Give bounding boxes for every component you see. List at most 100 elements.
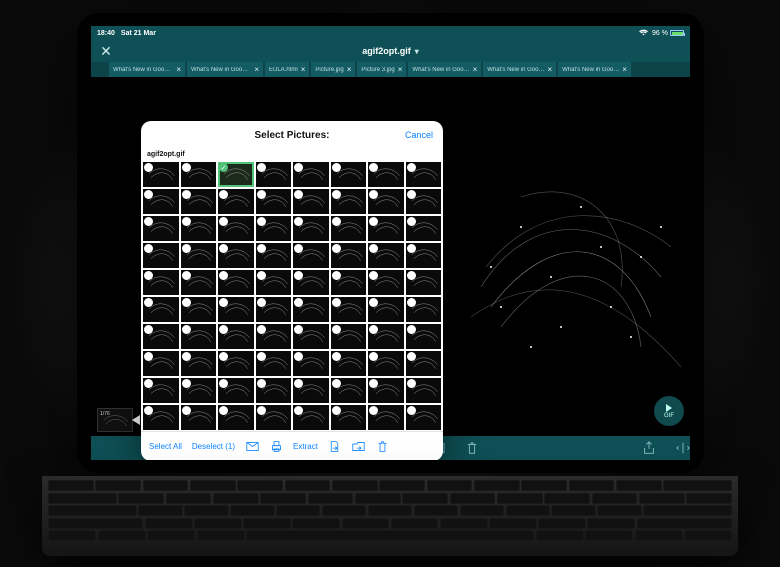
tab-close-icon[interactable]: × [398, 65, 403, 74]
frame-cell[interactable] [181, 324, 217, 349]
frame-cell[interactable] [331, 405, 367, 430]
frame-cell[interactable] [143, 162, 179, 187]
footer-trash-icon[interactable] [376, 440, 390, 454]
frame-cell[interactable] [293, 189, 329, 214]
cancel-button[interactable]: Cancel [405, 130, 433, 140]
expand-icon[interactable] [676, 441, 690, 455]
frame-cell[interactable] [331, 351, 367, 376]
frame-cell[interactable] [406, 324, 442, 349]
frame-cell[interactable] [181, 216, 217, 241]
tab-close-icon[interactable]: × [301, 65, 306, 74]
frame-cell[interactable] [181, 162, 217, 187]
tab[interactable]: What's New in Good…× [109, 62, 185, 77]
frame-cell[interactable] [293, 351, 329, 376]
frame-cell[interactable] [256, 162, 292, 187]
frame-cell[interactable] [256, 189, 292, 214]
frame-cell[interactable] [143, 297, 179, 322]
gif-play-button[interactable]: GIF [654, 396, 684, 426]
frame-cell[interactable] [368, 297, 404, 322]
frame-cell[interactable] [368, 324, 404, 349]
frame-cell[interactable] [368, 405, 404, 430]
frame-cell[interactable] [406, 297, 442, 322]
frame-cell[interactable] [218, 405, 254, 430]
frame-cell[interactable] [218, 297, 254, 322]
frame-cell[interactable] [331, 378, 367, 403]
trash-icon[interactable] [465, 441, 479, 455]
frame-cell[interactable] [331, 324, 367, 349]
frame-cell[interactable] [143, 351, 179, 376]
tab[interactable]: What's New in Goo…× [558, 62, 631, 77]
frame-cell[interactable] [143, 189, 179, 214]
frame-cell[interactable] [181, 351, 217, 376]
tab[interactable]: Picture.jpg× [311, 62, 355, 77]
tab[interactable]: What's New in Goo…× [483, 62, 556, 77]
frame-cell[interactable] [256, 405, 292, 430]
frame-cell[interactable] [331, 243, 367, 268]
select-all-button[interactable]: Select All [149, 442, 182, 451]
tab[interactable]: What's New in Goo…× [408, 62, 481, 77]
frame-cell[interactable] [143, 378, 179, 403]
frame-cell[interactable] [218, 351, 254, 376]
frame-cell[interactable] [256, 351, 292, 376]
frame-cell[interactable] [143, 405, 179, 430]
frame-cell[interactable] [368, 378, 404, 403]
frame-cell[interactable] [406, 189, 442, 214]
frame-cell[interactable] [181, 189, 217, 214]
frame-cell[interactable] [406, 378, 442, 403]
frame-cell[interactable] [331, 270, 367, 295]
deselect-button[interactable]: Deselect (1) [192, 442, 235, 451]
frame-cell[interactable] [293, 405, 329, 430]
tab-close-icon[interactable]: × [347, 65, 352, 74]
frame-cell[interactable] [256, 297, 292, 322]
frame-cell[interactable] [218, 243, 254, 268]
frame-cell[interactable] [256, 378, 292, 403]
frame-cell[interactable] [293, 324, 329, 349]
frame-cell[interactable] [293, 378, 329, 403]
frame-thumbnail[interactable]: 1/76 [97, 408, 133, 432]
frame-cell[interactable] [406, 351, 442, 376]
document-title[interactable]: agif2opt.gif ▾ [121, 46, 660, 56]
frame-cell[interactable] [331, 216, 367, 241]
tab-close-icon[interactable]: × [254, 65, 259, 74]
frame-cell[interactable] [181, 297, 217, 322]
frame-cell[interactable] [143, 270, 179, 295]
frame-cell[interactable] [331, 189, 367, 214]
frame-cell[interactable] [256, 270, 292, 295]
print-icon[interactable] [269, 440, 283, 454]
frame-cell[interactable] [368, 216, 404, 241]
frame-cell[interactable] [331, 297, 367, 322]
tab-close-icon[interactable]: × [622, 65, 627, 74]
export-file-icon[interactable] [328, 440, 342, 454]
frame-cell[interactable] [181, 378, 217, 403]
share-icon[interactable] [642, 441, 656, 455]
frame-cell[interactable] [368, 243, 404, 268]
frame-cell[interactable] [293, 243, 329, 268]
frame-cell[interactable] [293, 270, 329, 295]
frame-cell[interactable] [293, 216, 329, 241]
frame-cell[interactable] [218, 189, 254, 214]
tab-close-icon[interactable]: × [547, 65, 552, 74]
frame-cell[interactable]: ✓ [218, 162, 254, 187]
extract-button[interactable]: Extract [293, 442, 318, 451]
export-folder-icon[interactable] [352, 440, 366, 454]
frame-cell[interactable] [406, 162, 442, 187]
frame-cell[interactable] [331, 162, 367, 187]
tab[interactable]: What's New in Good…× [187, 62, 263, 77]
frame-cell[interactable] [143, 243, 179, 268]
frame-cell[interactable] [406, 270, 442, 295]
tab-close-icon[interactable]: × [176, 65, 181, 74]
frame-cell[interactable] [368, 162, 404, 187]
frame-cell[interactable] [143, 216, 179, 241]
tab-close-icon[interactable]: × [473, 65, 478, 74]
close-icon[interactable]: ✕ [97, 42, 115, 60]
frame-cell[interactable] [406, 243, 442, 268]
frame-cell[interactable] [368, 351, 404, 376]
tab[interactable]: EULA.html× [265, 62, 309, 77]
frame-cell[interactable] [181, 270, 217, 295]
frame-cell[interactable] [218, 216, 254, 241]
frame-cell[interactable] [293, 297, 329, 322]
frame-cell[interactable] [256, 216, 292, 241]
frame-cell[interactable] [368, 270, 404, 295]
frame-cell[interactable] [368, 189, 404, 214]
frame-cell[interactable] [293, 162, 329, 187]
